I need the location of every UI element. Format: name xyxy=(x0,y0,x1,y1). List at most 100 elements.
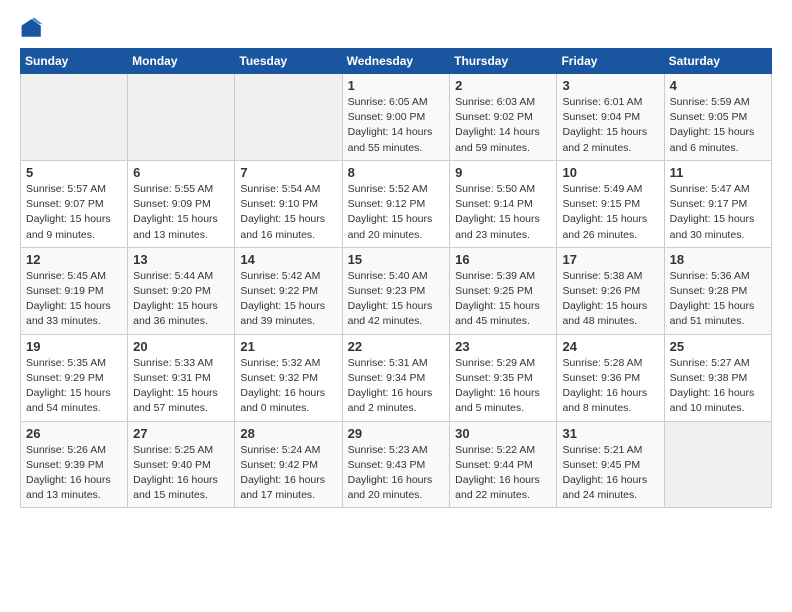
calendar-cell: 23 Sunrise: 5:29 AMSunset: 9:35 PMDayligh… xyxy=(450,334,557,421)
calendar-cell: 7 Sunrise: 5:54 AMSunset: 9:10 PMDaylight… xyxy=(235,160,342,247)
calendar-cell: 15 Sunrise: 5:40 AMSunset: 9:23 PMDayligh… xyxy=(342,247,450,334)
day-number: 13 xyxy=(133,252,229,267)
calendar-cell: 1 Sunrise: 6:05 AMSunset: 9:00 PMDaylight… xyxy=(342,74,450,161)
calendar-cell xyxy=(235,74,342,161)
day-info: Sunrise: 5:45 AMSunset: 9:19 PMDaylight:… xyxy=(26,269,122,330)
day-info: Sunrise: 5:39 AMSunset: 9:25 PMDaylight:… xyxy=(455,269,551,330)
day-number: 19 xyxy=(26,339,122,354)
day-number: 18 xyxy=(670,252,766,267)
day-number: 8 xyxy=(348,165,445,180)
day-info: Sunrise: 5:21 AMSunset: 9:45 PMDaylight:… xyxy=(562,443,658,504)
calendar-cell: 25 Sunrise: 5:27 AMSunset: 9:38 PMDayligh… xyxy=(664,334,771,421)
day-info: Sunrise: 5:29 AMSunset: 9:35 PMDaylight:… xyxy=(455,356,551,417)
calendar-cell: 18Sunrise: 5:36 AMSunset: 9:28 PMDayligh… xyxy=(664,247,771,334)
day-number: 25 xyxy=(670,339,766,354)
day-info: Sunrise: 5:27 AMSunset: 9:38 PMDaylight:… xyxy=(670,356,766,417)
day-info: Sunrise: 5:40 AMSunset: 9:23 PMDaylight:… xyxy=(348,269,445,330)
calendar-cell: 21 Sunrise: 5:32 AMSunset: 9:32 PMDayligh… xyxy=(235,334,342,421)
day-info: Sunrise: 5:47 AMSunset: 9:17 PMDaylight:… xyxy=(670,182,766,243)
day-info: Sunrise: 5:25 AMSunset: 9:40 PMDaylight:… xyxy=(133,443,229,504)
calendar-cell: 9 Sunrise: 5:50 AMSunset: 9:14 PMDaylight… xyxy=(450,160,557,247)
weekday-header-sunday: Sunday xyxy=(21,49,128,74)
calendar-cell: 4Sunrise: 5:59 AMSunset: 9:05 PMDaylight… xyxy=(664,74,771,161)
day-info: Sunrise: 5:35 AMSunset: 9:29 PMDaylight:… xyxy=(26,356,122,417)
day-info: Sunrise: 5:54 AMSunset: 9:10 PMDaylight:… xyxy=(240,182,336,243)
calendar-cell: 30 Sunrise: 5:22 AMSunset: 9:44 PMDayligh… xyxy=(450,421,557,508)
day-number: 16 xyxy=(455,252,551,267)
day-info: Sunrise: 5:49 AMSunset: 9:15 PMDaylight:… xyxy=(562,182,658,243)
calendar-cell: 8Sunrise: 5:52 AMSunset: 9:12 PMDaylight… xyxy=(342,160,450,247)
calendar-cell: 12 Sunrise: 5:45 AMSunset: 9:19 PMDayligh… xyxy=(21,247,128,334)
day-number: 9 xyxy=(455,165,551,180)
day-info: Sunrise: 5:57 AMSunset: 9:07 PMDaylight:… xyxy=(26,182,122,243)
calendar-cell: 5Sunrise: 5:57 AMSunset: 9:07 PMDaylight… xyxy=(21,160,128,247)
day-number: 1 xyxy=(348,78,445,93)
day-number: 10 xyxy=(562,165,658,180)
calendar-cell: 31 Sunrise: 5:21 AMSunset: 9:45 PMDayligh… xyxy=(557,421,664,508)
calendar-cell xyxy=(664,421,771,508)
calendar-cell: 14 Sunrise: 5:42 AMSunset: 9:22 PMDayligh… xyxy=(235,247,342,334)
calendar-table: SundayMondayTuesdayWednesdayThursdayFrid… xyxy=(20,48,772,508)
logo xyxy=(20,16,48,40)
day-number: 7 xyxy=(240,165,336,180)
day-info: Sunrise: 5:55 AMSunset: 9:09 PMDaylight:… xyxy=(133,182,229,243)
calendar-cell: 6 Sunrise: 5:55 AMSunset: 9:09 PMDaylight… xyxy=(128,160,235,247)
weekday-header-row: SundayMondayTuesdayWednesdayThursdayFrid… xyxy=(21,49,772,74)
day-info: Sunrise: 5:24 AMSunset: 9:42 PMDaylight:… xyxy=(240,443,336,504)
weekday-header-thursday: Thursday xyxy=(450,49,557,74)
day-info: Sunrise: 6:05 AMSunset: 9:00 PMDaylight:… xyxy=(348,95,445,156)
day-number: 30 xyxy=(455,426,551,441)
day-number: 6 xyxy=(133,165,229,180)
weekday-header-saturday: Saturday xyxy=(664,49,771,74)
calendar-cell: 27 Sunrise: 5:25 AMSunset: 9:40 PMDayligh… xyxy=(128,421,235,508)
calendar-week-row: 19 Sunrise: 5:35 AMSunset: 9:29 PMDayligh… xyxy=(21,334,772,421)
calendar-cell: 28 Sunrise: 5:24 AMSunset: 9:42 PMDayligh… xyxy=(235,421,342,508)
calendar-cell xyxy=(128,74,235,161)
weekday-header-wednesday: Wednesday xyxy=(342,49,450,74)
calendar-cell: 2Sunrise: 6:03 AMSunset: 9:02 PMDaylight… xyxy=(450,74,557,161)
calendar-week-row: 5Sunrise: 5:57 AMSunset: 9:07 PMDaylight… xyxy=(21,160,772,247)
day-info: Sunrise: 5:44 AMSunset: 9:20 PMDaylight:… xyxy=(133,269,229,330)
day-number: 14 xyxy=(240,252,336,267)
calendar-cell: 3Sunrise: 6:01 AMSunset: 9:04 PMDaylight… xyxy=(557,74,664,161)
day-info: Sunrise: 5:42 AMSunset: 9:22 PMDaylight:… xyxy=(240,269,336,330)
day-number: 11 xyxy=(670,165,766,180)
calendar-week-row: 12 Sunrise: 5:45 AMSunset: 9:19 PMDayligh… xyxy=(21,247,772,334)
day-number: 23 xyxy=(455,339,551,354)
day-info: Sunrise: 5:38 AMSunset: 9:26 PMDaylight:… xyxy=(562,269,658,330)
calendar-cell: 24Sunrise: 5:28 AMSunset: 9:36 PMDayligh… xyxy=(557,334,664,421)
day-number: 17 xyxy=(562,252,658,267)
calendar-cell: 10 Sunrise: 5:49 AMSunset: 9:15 PMDayligh… xyxy=(557,160,664,247)
calendar-week-row: 26Sunrise: 5:26 AMSunset: 9:39 PMDayligh… xyxy=(21,421,772,508)
day-info: Sunrise: 5:33 AMSunset: 9:31 PMDaylight:… xyxy=(133,356,229,417)
day-number: 12 xyxy=(26,252,122,267)
weekday-header-friday: Friday xyxy=(557,49,664,74)
logo-icon xyxy=(20,16,44,40)
day-info: Sunrise: 6:01 AMSunset: 9:04 PMDaylight:… xyxy=(562,95,658,156)
day-info: Sunrise: 5:32 AMSunset: 9:32 PMDaylight:… xyxy=(240,356,336,417)
calendar-cell: 13 Sunrise: 5:44 AMSunset: 9:20 PMDayligh… xyxy=(128,247,235,334)
calendar-cell: 16 Sunrise: 5:39 AMSunset: 9:25 PMDayligh… xyxy=(450,247,557,334)
day-number: 28 xyxy=(240,426,336,441)
calendar-cell: 26Sunrise: 5:26 AMSunset: 9:39 PMDayligh… xyxy=(21,421,128,508)
day-number: 15 xyxy=(348,252,445,267)
day-info: Sunrise: 5:23 AMSunset: 9:43 PMDaylight:… xyxy=(348,443,445,504)
day-number: 24 xyxy=(562,339,658,354)
day-number: 26 xyxy=(26,426,122,441)
calendar-cell: 22 Sunrise: 5:31 AMSunset: 9:34 PMDayligh… xyxy=(342,334,450,421)
day-number: 20 xyxy=(133,339,229,354)
calendar-cell: 20 Sunrise: 5:33 AMSunset: 9:31 PMDayligh… xyxy=(128,334,235,421)
calendar-cell xyxy=(21,74,128,161)
calendar-cell: 11 Sunrise: 5:47 AMSunset: 9:17 PMDayligh… xyxy=(664,160,771,247)
day-number: 21 xyxy=(240,339,336,354)
day-number: 22 xyxy=(348,339,445,354)
day-info: Sunrise: 5:31 AMSunset: 9:34 PMDaylight:… xyxy=(348,356,445,417)
day-info: Sunrise: 5:59 AMSunset: 9:05 PMDaylight:… xyxy=(670,95,766,156)
day-info: Sunrise: 5:50 AMSunset: 9:14 PMDaylight:… xyxy=(455,182,551,243)
page-header xyxy=(20,16,772,40)
calendar-cell: 19 Sunrise: 5:35 AMSunset: 9:29 PMDayligh… xyxy=(21,334,128,421)
day-number: 31 xyxy=(562,426,658,441)
day-number: 27 xyxy=(133,426,229,441)
day-number: 2 xyxy=(455,78,551,93)
day-info: Sunrise: 5:22 AMSunset: 9:44 PMDaylight:… xyxy=(455,443,551,504)
